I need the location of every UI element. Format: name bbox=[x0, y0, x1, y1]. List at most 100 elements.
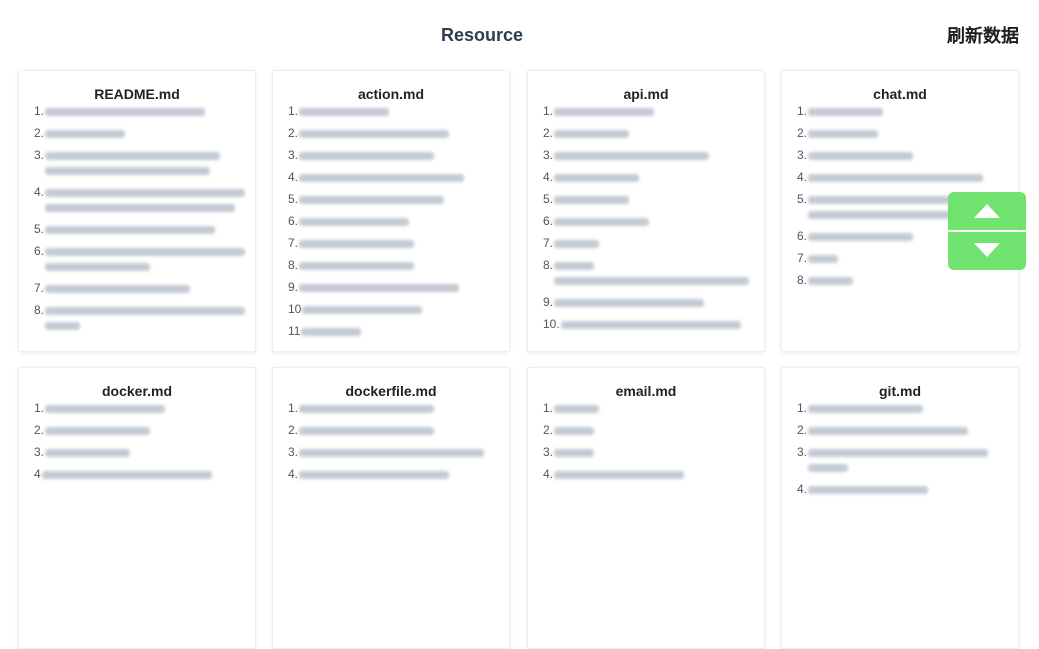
list-item[interactable]: 1. bbox=[797, 104, 1010, 119]
card-list[interactable]: 1. 2. 3. 4. bbox=[797, 401, 1010, 638]
blurred-text bbox=[45, 129, 126, 138]
card-list[interactable]: 1. 2. 3. 4 bbox=[34, 401, 247, 638]
list-item[interactable]: 6. bbox=[543, 214, 756, 229]
item-text bbox=[808, 251, 839, 266]
list-item[interactable]: 7. bbox=[288, 236, 501, 251]
blurred-text bbox=[808, 107, 884, 116]
card-title: README.md bbox=[94, 86, 180, 102]
list-item[interactable]: 5. bbox=[288, 192, 501, 207]
blurred-text bbox=[45, 426, 151, 435]
blurred-text bbox=[301, 327, 362, 336]
item-number: 1. bbox=[34, 401, 45, 415]
list-item[interactable]: 2. bbox=[797, 126, 1010, 141]
blurred-text bbox=[808, 426, 969, 435]
card-list[interactable]: 1. 2. 3. 4. 5. 6. 7. 8. bbox=[34, 104, 247, 341]
item-number: 6. bbox=[288, 214, 299, 228]
blurred-text bbox=[45, 262, 151, 271]
list-item[interactable]: 2. bbox=[543, 126, 756, 141]
card-list[interactable]: 1. 2. 3. 4. 5. 6. 7. 8. 9. 10. bbox=[543, 104, 756, 341]
blurred-text bbox=[554, 298, 705, 307]
list-item[interactable]: 5. bbox=[34, 222, 247, 237]
list-item[interactable]: 2. bbox=[288, 126, 501, 141]
list-item[interactable]: 4. bbox=[797, 170, 1010, 185]
list-item[interactable]: 1. bbox=[288, 401, 501, 416]
list-item[interactable]: 9. bbox=[288, 280, 501, 295]
card-title: git.md bbox=[879, 383, 921, 399]
list-item[interactable]: 4. bbox=[797, 482, 1010, 497]
list-item[interactable]: 1. bbox=[543, 401, 756, 416]
list-item[interactable]: 8. bbox=[288, 258, 501, 273]
list-item[interactable]: 3. bbox=[288, 445, 501, 460]
item-text bbox=[45, 126, 126, 141]
list-item[interactable]: 2. bbox=[34, 126, 247, 141]
card-list[interactable]: 1. 2. 3. 4. 5. 6. 7. 8. 9. 10 11 bbox=[288, 104, 501, 341]
list-item[interactable]: 4. bbox=[543, 170, 756, 185]
item-text bbox=[45, 281, 191, 296]
card-list[interactable]: 1. 2. 3. 4. bbox=[543, 401, 756, 638]
item-number: 9. bbox=[543, 295, 554, 309]
list-item[interactable]: 3. bbox=[34, 445, 247, 460]
list-item[interactable]: 2. bbox=[543, 423, 756, 438]
item-text bbox=[299, 236, 415, 251]
item-number: 2. bbox=[797, 126, 808, 140]
blurred-text bbox=[299, 448, 485, 457]
item-text bbox=[554, 126, 630, 141]
list-item[interactable]: 3. bbox=[34, 148, 247, 178]
list-item[interactable]: 1. bbox=[34, 401, 247, 416]
blurred-text bbox=[302, 305, 423, 314]
list-item[interactable]: 3. bbox=[797, 445, 1010, 475]
list-item[interactable]: 4. bbox=[288, 170, 501, 185]
item-text bbox=[554, 236, 600, 251]
blurred-text-line bbox=[554, 126, 630, 141]
list-item[interactable]: 9. bbox=[543, 295, 756, 310]
item-text bbox=[299, 126, 450, 141]
list-item[interactable]: 11 bbox=[288, 324, 501, 339]
blurred-text-line bbox=[808, 460, 988, 475]
list-item[interactable]: 3. bbox=[288, 148, 501, 163]
resource-card: docker.md 1. 2. 3. 4 bbox=[18, 367, 256, 649]
blurred-text-line bbox=[299, 280, 460, 295]
list-item[interactable]: 5. bbox=[543, 192, 756, 207]
list-item[interactable]: 10. bbox=[543, 317, 756, 332]
list-item[interactable]: 4. bbox=[34, 185, 247, 215]
scroll-up-button[interactable] bbox=[948, 192, 1026, 230]
item-text bbox=[299, 423, 435, 438]
blurred-text bbox=[554, 239, 600, 248]
item-number: 2. bbox=[288, 423, 299, 437]
list-item[interactable]: 3. bbox=[543, 148, 756, 163]
item-text bbox=[45, 222, 216, 237]
blurred-text bbox=[554, 276, 750, 285]
list-item[interactable]: 6. bbox=[288, 214, 501, 229]
item-number: 3. bbox=[543, 148, 554, 162]
blurred-text-line bbox=[299, 236, 415, 251]
list-item[interactable]: 1. bbox=[797, 401, 1010, 416]
list-item[interactable]: 7. bbox=[543, 236, 756, 251]
item-number: 8. bbox=[288, 258, 299, 272]
list-item[interactable]: 1. bbox=[34, 104, 247, 119]
list-item[interactable]: 2. bbox=[288, 423, 501, 438]
list-item[interactable]: 3. bbox=[543, 445, 756, 460]
refresh-data-button[interactable]: 刷新数据 bbox=[947, 25, 1019, 49]
list-item[interactable]: 1. bbox=[288, 104, 501, 119]
list-item[interactable]: 2. bbox=[797, 423, 1010, 438]
list-item[interactable]: 8. bbox=[797, 273, 1010, 288]
blurred-text bbox=[808, 254, 839, 263]
list-item[interactable]: 6. bbox=[34, 244, 247, 274]
list-item[interactable]: 8. bbox=[543, 258, 756, 288]
list-item[interactable]: 8. bbox=[34, 303, 247, 333]
list-item[interactable]: 7. bbox=[34, 281, 247, 296]
item-number: 1. bbox=[797, 401, 808, 415]
list-item[interactable]: 1. bbox=[543, 104, 756, 119]
item-text bbox=[808, 482, 929, 497]
list-item[interactable]: 10 bbox=[288, 302, 501, 317]
resource-card: action.md 1. 2. 3. 4. 5. 6. 7. 8. 9. 10 11 bbox=[272, 70, 510, 352]
blurred-text bbox=[45, 107, 206, 116]
item-text bbox=[45, 148, 221, 178]
list-item[interactable]: 2. bbox=[34, 423, 247, 438]
scroll-down-button[interactable] bbox=[948, 232, 1026, 270]
card-list[interactable]: 1. 2. 3. 4. bbox=[288, 401, 501, 638]
blurred-text-line bbox=[45, 104, 206, 119]
item-number: 6. bbox=[797, 229, 808, 243]
list-item[interactable]: 3. bbox=[797, 148, 1010, 163]
blurred-text-line bbox=[808, 126, 879, 141]
